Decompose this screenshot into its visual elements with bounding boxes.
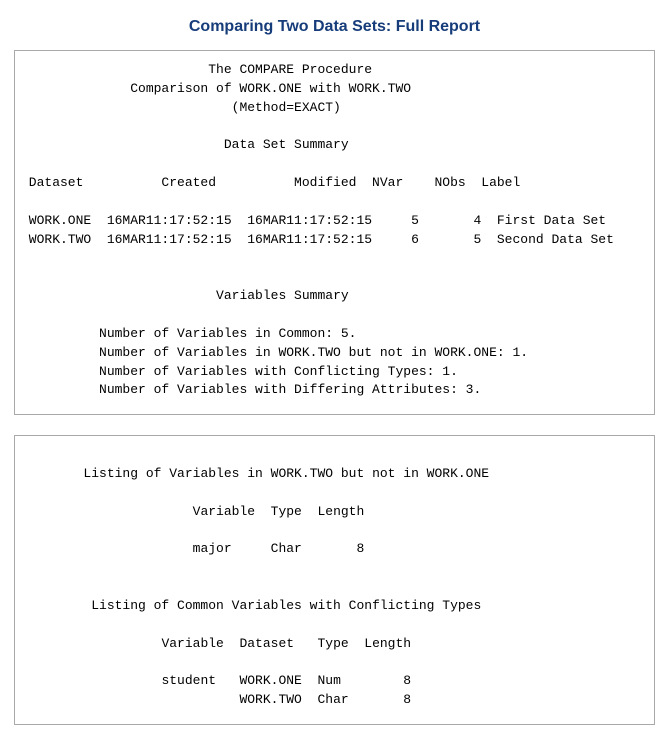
conflict-types-row-1: student WORK.ONE Num 8 <box>21 673 411 688</box>
variables-summary-title: Variables Summary <box>21 288 349 303</box>
conflict-types-row-2: WORK.TWO Char 8 <box>21 692 411 707</box>
dataset-summary-row-2: WORK.TWO 16MAR11:17:52:15 16MAR11:17:52:… <box>21 232 614 247</box>
output-panel-2: Listing of Variables in WORK.TWO but not… <box>14 435 655 725</box>
extra-vars-row: major Char 8 <box>21 541 364 556</box>
variables-summary-line-1: Number of Variables in Common: 5. <box>21 326 356 341</box>
compare-output-1: The COMPARE Procedure Comparison of WORK… <box>21 61 648 400</box>
extra-vars-header: Variable Type Length <box>21 504 364 519</box>
proc-header-1: The COMPARE Procedure <box>21 62 372 77</box>
conflict-types-title: Listing of Common Variables with Conflic… <box>21 598 481 613</box>
dataset-summary-row-1: WORK.ONE 16MAR11:17:52:15 16MAR11:17:52:… <box>21 213 606 228</box>
proc-header-3: (Method=EXACT) <box>21 100 341 115</box>
extra-vars-title: Listing of Variables in WORK.TWO but not… <box>21 466 489 481</box>
page-title: Comparing Two Data Sets: Full Report <box>8 18 661 36</box>
proc-header-2: Comparison of WORK.ONE with WORK.TWO <box>21 81 411 96</box>
compare-output-2: Listing of Variables in WORK.TWO but not… <box>21 446 648 710</box>
output-panel-1: The COMPARE Procedure Comparison of WORK… <box>14 50 655 415</box>
variables-summary-line-3: Number of Variables with Conflicting Typ… <box>21 364 458 379</box>
dataset-summary-header: Dataset Created Modified NVar NObs Label <box>21 175 520 190</box>
variables-summary-line-4: Number of Variables with Differing Attri… <box>21 382 481 397</box>
conflict-types-header: Variable Dataset Type Length <box>21 636 411 651</box>
variables-summary-line-2: Number of Variables in WORK.TWO but not … <box>21 345 528 360</box>
dataset-summary-title: Data Set Summary <box>21 137 349 152</box>
